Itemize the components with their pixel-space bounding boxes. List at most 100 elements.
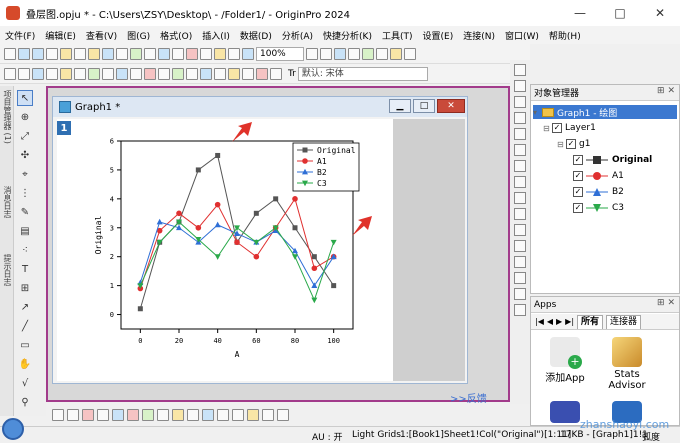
merge-icon[interactable] bbox=[228, 67, 240, 80]
contour-plot-icon[interactable] bbox=[112, 409, 124, 421]
legend-tool-icon[interactable] bbox=[514, 128, 526, 140]
template-icon[interactable] bbox=[202, 409, 214, 421]
duplicate-icon[interactable] bbox=[158, 47, 170, 60]
settings-icon[interactable] bbox=[270, 67, 282, 80]
menu-insert[interactable]: 插入(I) bbox=[197, 29, 235, 42]
new-project-icon[interactable] bbox=[4, 47, 16, 60]
menu-view[interactable]: 查看(V) bbox=[81, 29, 122, 42]
new-matrix-icon[interactable] bbox=[46, 47, 58, 60]
line-style-icon[interactable] bbox=[262, 409, 274, 421]
dialog-icon[interactable] bbox=[404, 47, 416, 60]
tree-item-plot-c3[interactable]: ✓ C3 bbox=[573, 201, 624, 215]
statistics-icon[interactable] bbox=[60, 67, 72, 80]
menu-settings[interactable]: 设置(E) bbox=[418, 29, 459, 42]
menu-format[interactable]: 格式(O) bbox=[155, 29, 197, 42]
rescale-tool-icon[interactable] bbox=[514, 112, 526, 124]
align-left-icon[interactable] bbox=[514, 224, 526, 236]
area-plot-icon[interactable] bbox=[97, 409, 109, 421]
scale-tool-icon[interactable]: ⤢ bbox=[17, 128, 33, 144]
filter-icon[interactable] bbox=[130, 67, 142, 80]
timestamp-icon[interactable] bbox=[514, 160, 526, 172]
plot-setup-icon[interactable] bbox=[172, 67, 184, 80]
symbol-icon[interactable] bbox=[277, 409, 289, 421]
whole-page-icon[interactable] bbox=[334, 47, 346, 60]
messages-icon[interactable] bbox=[390, 47, 402, 60]
menu-tools[interactable]: 工具(T) bbox=[377, 29, 418, 42]
plot-checkbox[interactable]: ✓ bbox=[573, 203, 583, 213]
pin-icon[interactable] bbox=[102, 67, 114, 80]
nav-next-icon[interactable]: ▶ bbox=[556, 317, 562, 326]
menu-data[interactable]: 数据(D) bbox=[235, 29, 277, 42]
fill-icon[interactable] bbox=[247, 409, 259, 421]
tab-smart-hint-log[interactable]: 提示日志 bbox=[1, 254, 13, 286]
rectangle-tool-icon[interactable]: ▭ bbox=[17, 337, 33, 353]
axis-tool-icon[interactable] bbox=[514, 96, 526, 108]
scatter-plot-icon[interactable] bbox=[67, 409, 79, 421]
arrow-tool-icon[interactable]: ↗ bbox=[17, 299, 33, 315]
new-function-icon[interactable] bbox=[60, 47, 72, 60]
align-bottom-icon[interactable] bbox=[514, 272, 526, 284]
layer-icon[interactable] bbox=[348, 47, 360, 60]
tree-item-graph[interactable]: ▾ Graph1 - 绘图 bbox=[533, 105, 677, 119]
flag-icon[interactable] bbox=[256, 67, 268, 80]
theme-icon[interactable] bbox=[217, 409, 229, 421]
tree-item-layer[interactable]: ⊟ ✓ Layer1 bbox=[543, 121, 596, 135]
tab-connectors[interactable]: 连接器 bbox=[606, 314, 642, 329]
fit-tool-icon[interactable] bbox=[514, 144, 526, 156]
pin-tool-icon[interactable]: ⚲ bbox=[17, 394, 33, 410]
menu-edit[interactable]: 编辑(E) bbox=[40, 29, 81, 42]
graph-minimize-button[interactable]: ▁ bbox=[389, 99, 411, 113]
line-chart[interactable]: 0 20 40 60 80 100 0 1 2 3 4 5 6 A Original Original A1 B… bbox=[57, 119, 393, 381]
pie-plot-icon[interactable] bbox=[127, 409, 139, 421]
minimize-button[interactable]: — bbox=[560, 0, 600, 26]
menu-graph[interactable]: 图(G) bbox=[122, 29, 155, 42]
layer-number-badge[interactable]: 1 bbox=[57, 121, 71, 135]
stat-plot-icon[interactable] bbox=[157, 409, 169, 421]
nav-prev-icon[interactable]: ◀ bbox=[547, 317, 553, 326]
tree-item-plot-b2[interactable]: ✓ B2 bbox=[573, 185, 624, 199]
save-icon[interactable] bbox=[102, 47, 114, 60]
pin-icon[interactable]: ⊞ ✕ bbox=[657, 86, 675, 96]
graph-maximize-button[interactable]: □ bbox=[413, 99, 435, 113]
menu-file[interactable]: 文件(F) bbox=[0, 29, 40, 42]
brush-icon[interactable]: ✎ bbox=[17, 204, 33, 220]
3d-plot-icon[interactable] bbox=[142, 409, 154, 421]
feedback-link[interactable]: >>反馈 bbox=[450, 390, 487, 405]
front-icon[interactable] bbox=[514, 288, 526, 300]
collapse-icon[interactable]: ⊟ bbox=[557, 140, 565, 149]
tab-messages-log[interactable]: 消息日志 bbox=[1, 186, 13, 218]
plot-checkbox[interactable]: ✓ bbox=[573, 155, 583, 165]
align-top-icon[interactable] bbox=[514, 256, 526, 268]
graph-close-button[interactable]: ✕ bbox=[437, 99, 465, 113]
color-icon[interactable] bbox=[232, 409, 244, 421]
app-tile-stats-advisor[interactable]: Stats Advisor bbox=[597, 337, 657, 391]
nav-first-icon[interactable]: |◀ bbox=[535, 317, 544, 326]
app-tile-add[interactable]: + 添加App bbox=[535, 337, 595, 384]
zoom-out-icon[interactable] bbox=[320, 47, 332, 60]
add-column-icon[interactable] bbox=[88, 67, 100, 80]
scale-bar-icon[interactable] bbox=[514, 176, 526, 188]
layer-contents-icon[interactable] bbox=[186, 67, 198, 80]
open-icon[interactable] bbox=[88, 47, 100, 60]
stack-icon[interactable] bbox=[158, 67, 170, 80]
copy-page-icon[interactable] bbox=[172, 47, 184, 60]
print-icon[interactable] bbox=[130, 47, 142, 60]
mask-icon[interactable] bbox=[116, 67, 128, 80]
arrange-icon[interactable] bbox=[242, 67, 254, 80]
import-icon[interactable] bbox=[116, 47, 128, 60]
collapse-icon[interactable]: ⊟ bbox=[543, 124, 551, 133]
equation-tool-icon[interactable]: √ bbox=[17, 375, 33, 391]
zoom-select[interactable]: 100% bbox=[256, 46, 304, 61]
worksheet-icon[interactable] bbox=[4, 67, 16, 80]
group-checkbox[interactable]: ✓ bbox=[566, 139, 576, 149]
column-icon[interactable] bbox=[18, 67, 30, 80]
data-reader-icon[interactable]: ⌖ bbox=[17, 166, 33, 182]
column-plot-icon[interactable] bbox=[82, 409, 94, 421]
maximize-button[interactable]: □ bbox=[600, 0, 640, 26]
tree-item-plot-a1[interactable]: ✓ A1 bbox=[573, 169, 624, 183]
refresh-icon[interactable] bbox=[144, 47, 156, 60]
menu-quick-analysis[interactable]: 快捷分析(K) bbox=[318, 29, 377, 42]
bubble-scale-icon[interactable] bbox=[514, 208, 526, 220]
graph-page[interactable]: 0 20 40 60 80 100 0 1 2 3 4 5 6 A Original Original A1 B… bbox=[57, 119, 393, 381]
set-values-icon[interactable] bbox=[74, 67, 86, 80]
